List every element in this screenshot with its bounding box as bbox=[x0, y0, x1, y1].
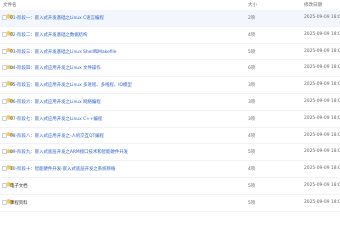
modified-date: 2025-09-09 18:00 bbox=[304, 115, 340, 121]
file-name-link[interactable]: 09-阶段九：嵌入式底层开发之ARM接口技术和智能硬件开发 bbox=[10, 149, 128, 155]
file-name-link[interactable]: 02-阶段二：嵌入式开发基础之数据结构 bbox=[10, 32, 87, 38]
file-name-link[interactable]: 08-阶段八：嵌入式应用开发之-人机交互QT编程 bbox=[10, 133, 104, 139]
file-size: 4项 bbox=[248, 167, 256, 173]
file-row[interactable]: 07-阶段七：嵌入式应用开发之Linux C++编程 3项 2025-09-09 1… bbox=[0, 111, 340, 128]
file-size: 5项 bbox=[248, 150, 256, 156]
modified-date: 2025-09-09 18:00 bbox=[304, 98, 340, 104]
column-header-modified[interactable]: 修改日期 bbox=[304, 2, 322, 8]
file-row[interactable]: 08-阶段八：嵌入式应用开发之-人机交互QT编程 4项 2025-09-09 18:… bbox=[0, 128, 340, 145]
file-name-link[interactable]: 03-阶段三：嵌入式开发基础之Linux Shell和Makefile bbox=[10, 49, 116, 55]
file-size: 5项 bbox=[248, 200, 256, 206]
file-row[interactable]: 02-阶段二：嵌入式开发基础之数据结构 4项 2025-09-09 18:00 bbox=[0, 27, 340, 44]
file-size: 2项 bbox=[248, 16, 256, 21]
file-name-link[interactable]: 07-阶段七：嵌入式应用开发之Linux C++编程 bbox=[10, 116, 102, 122]
file-list: 01-阶段一：嵌入式开发基础之Linux C语言编程 2项 2025-09-09 1… bbox=[0, 10, 340, 212]
file-row[interactable]: 03-阶段三：嵌入式开发基础之Linux Shell和Makefile 5项 202… bbox=[0, 44, 340, 61]
file-row[interactable]: 09-阶段九：嵌入式底层开发之ARM接口技术和智能硬件开发 5项 2025-09-0… bbox=[0, 144, 340, 162]
modified-date: 2025-09-09 18:00 bbox=[304, 166, 340, 172]
modified-date: 2025-09-09 18:00 bbox=[304, 48, 340, 54]
file-row[interactable]: 05-阶段五：嵌入式应用开发之Linux 多进程、多线程、IO模型 3项 2025-… bbox=[0, 77, 340, 94]
file-name-link[interactable]: 01-阶段一：嵌入式开发基础之Linux C语言编程 bbox=[10, 15, 104, 21]
file-size: 5项 bbox=[248, 183, 256, 189]
modified-date: 2025-09-09 18:00 bbox=[304, 15, 340, 20]
file-name-link[interactable]: 06-阶段六：嵌入式应用开发之Linux 网络编程 bbox=[10, 99, 101, 105]
file-row[interactable]: 电子文档 5项 2025-09-09 18:00 bbox=[0, 178, 340, 195]
modified-date: 2025-09-09 18:00 bbox=[304, 182, 340, 188]
file-row[interactable]: 课程资料 5项 2025-09-09 18:00 bbox=[0, 195, 340, 212]
modified-date: 2025-09-09 18:00 bbox=[304, 31, 340, 37]
file-size: 5项 bbox=[248, 49, 256, 55]
column-header-name[interactable]: 文件名 bbox=[3, 2, 17, 8]
modified-date: 2025-09-09 18:00 bbox=[304, 132, 340, 138]
file-name-link[interactable]: 10-阶段十：智能硬件开发-嵌入式底层开发之系统移植 bbox=[10, 166, 115, 172]
file-size: 6项 bbox=[248, 66, 256, 72]
file-row[interactable]: 06-阶段六：嵌入式应用开发之Linux 网络编程 3项 2025-09-09 18… bbox=[0, 94, 340, 111]
modified-date: 2025-09-09 18:00 bbox=[304, 65, 340, 71]
file-size: 3项 bbox=[248, 99, 256, 105]
modified-date: 2025-09-09 18:00 bbox=[304, 149, 340, 155]
modified-date: 2025-09-09 18:00 bbox=[304, 82, 340, 88]
file-name-link[interactable]: 04-阶段四：嵌入式应用开发之Linux 文件操作 bbox=[10, 65, 101, 71]
file-row[interactable]: 10-阶段十：智能硬件开发-嵌入式底层开发之系统移植 4项 2025-09-09 1… bbox=[0, 161, 340, 178]
file-size: 4项 bbox=[248, 133, 256, 139]
file-name-link[interactable]: 电子文档 bbox=[10, 183, 28, 189]
file-size: 4项 bbox=[248, 32, 256, 38]
file-row[interactable]: 04-阶段四：嵌入式应用开发之Linux 文件操作 6项 2025-09-09 18… bbox=[0, 60, 340, 78]
file-name-link[interactable]: 课程资料 bbox=[10, 200, 28, 206]
modified-date: 2025-09-09 18:00 bbox=[304, 199, 340, 205]
file-size: 3项 bbox=[248, 116, 256, 122]
file-size: 3项 bbox=[248, 83, 256, 89]
file-name-link[interactable]: 05-阶段五：嵌入式应用开发之Linux 多进程、多线程、IO模型 bbox=[10, 82, 132, 88]
column-header-size[interactable]: 大小 bbox=[248, 2, 257, 8]
file-row[interactable]: 01-阶段一：嵌入式开发基础之Linux C语言编程 2项 2025-09-09 1… bbox=[0, 10, 340, 27]
